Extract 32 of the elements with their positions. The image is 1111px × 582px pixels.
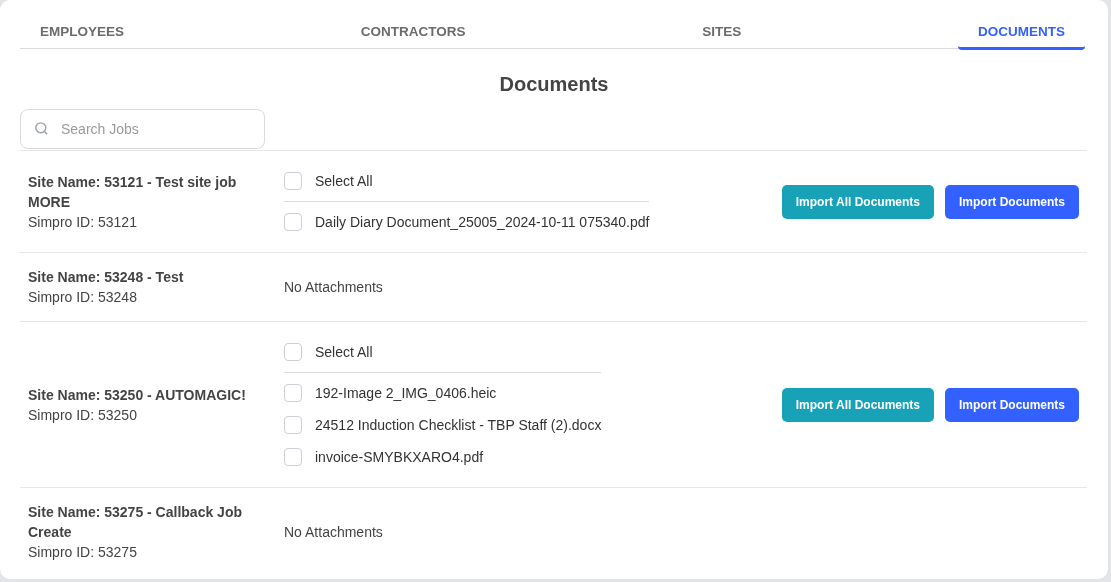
- checkbox-label: 24512 Induction Checklist - TBP Staff (2).docx: [315, 415, 602, 435]
- import-button[interactable]: Import All Documents: [781, 184, 934, 219]
- tab[interactable]: CONTRACTORS: [340, 15, 486, 51]
- checkbox-label: Select All: [315, 171, 373, 191]
- import-button[interactable]: Import All Documents: [781, 387, 934, 422]
- import-button[interactable]: Import Documents: [945, 184, 1079, 219]
- checkbox-label: Select All: [315, 342, 373, 362]
- site-name: Site Name: 53250 - AUTOMAGIC!: [28, 385, 247, 405]
- site-name: Site Name: 53275 - Callback Job Create: [28, 503, 243, 543]
- checkbox[interactable]: [284, 416, 302, 435]
- search-field[interactable]: Search Jobs: [20, 109, 265, 150]
- checkbox[interactable]: [284, 172, 302, 191]
- checkbox[interactable]: [284, 448, 302, 467]
- tab[interactable]: SITES: [682, 15, 762, 51]
- checkbox[interactable]: [284, 343, 302, 362]
- tab[interactable]: DOCUMENTS: [957, 15, 1085, 51]
- simpro-id: Simpro ID: 53275: [28, 543, 138, 563]
- site-name: Site Name: 53248 - Test: [28, 268, 185, 288]
- no-attachments-text: No Attachments: [284, 522, 383, 542]
- checkbox-label: invoice-SMYBKXARO4.pdf: [315, 447, 484, 467]
- site-name: Site Name: 53121 - Test site job MORE: [28, 172, 238, 212]
- checkbox[interactable]: [284, 213, 302, 232]
- checkbox-label: 192-Image 2_IMG_0406.heic: [315, 383, 497, 403]
- page-heading: Documents: [498, 72, 610, 98]
- simpro-id: Simpro ID: 53250: [28, 405, 138, 425]
- simpro-id: Simpro ID: 53121: [28, 212, 138, 232]
- checkbox[interactable]: [284, 384, 302, 403]
- simpro-id: Simpro ID: 53248: [28, 288, 138, 308]
- tab[interactable]: EMPLOYEES: [20, 15, 145, 51]
- no-attachments-text: No Attachments: [284, 277, 383, 297]
- checkbox-label: Daily Diary Document_25005_2024-10-11 075340.pdf: [315, 212, 650, 232]
- import-button[interactable]: Import Documents: [945, 387, 1079, 422]
